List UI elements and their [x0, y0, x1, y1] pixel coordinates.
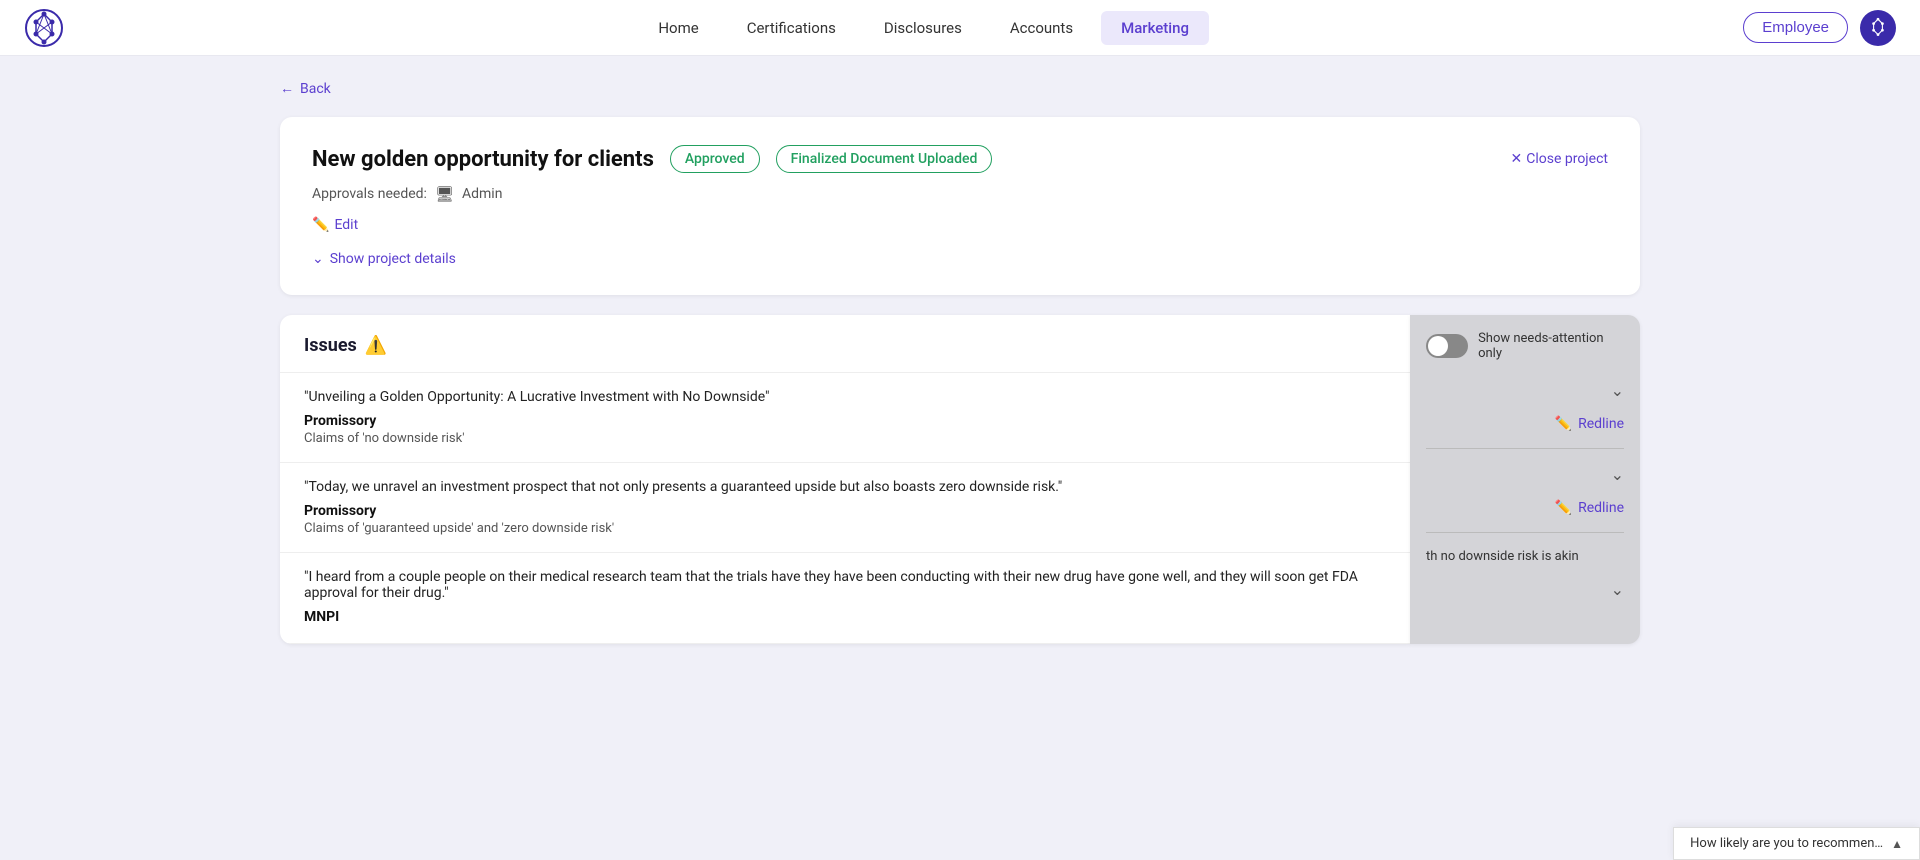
redline-pencil-icon-1: ✏️ [1555, 416, 1572, 432]
approvals-row: Approvals needed: 🖥 Admin [312, 185, 1608, 203]
pencil-icon: ✏️ [312, 217, 329, 233]
toggle-label: Show needs-attention only [1478, 331, 1624, 361]
show-details-link[interactable]: ⌄ Show project details [312, 251, 1608, 267]
side-divider-2 [1426, 532, 1624, 533]
approved-badge: Approved [670, 145, 760, 173]
close-project-label: Close project [1526, 151, 1608, 167]
issues-container: Issues ⚠️ "Unveiling a Golden Opportunit… [280, 315, 1640, 644]
chevron-down-icon: ⌄ [312, 251, 324, 267]
issue-type: Promissory [304, 413, 1386, 429]
nav-disclosures[interactable]: Disclosures [864, 11, 982, 45]
issue-quote: "Unveiling a Golden Opportunity: A Lucra… [304, 389, 1386, 405]
issue-type: Promissory [304, 503, 1386, 519]
main-content: ← Back New golden opportunity for client… [0, 56, 1920, 668]
needs-attention-toggle[interactable] [1426, 334, 1468, 358]
issue-quote: "I heard from a couple people on their m… [304, 569, 1386, 601]
side-panel: Show needs-attention only ⌄ ✏️ Redline ⌄… [1410, 315, 1640, 644]
redline-label-1: Redline [1578, 416, 1624, 432]
project-card: New golden opportunity for clients Appro… [280, 117, 1640, 295]
finalized-badge: Finalized Document Uploaded [776, 145, 993, 173]
approvals-label: Approvals needed: [312, 186, 427, 202]
side-bottom-text: th no downside risk is akin [1426, 545, 1624, 568]
back-arrow-icon: ← [280, 80, 294, 97]
close-project-button[interactable]: ✕ Close project [1511, 151, 1609, 167]
project-title-row: New golden opportunity for clients Appro… [312, 145, 1608, 173]
chevron-icon-3: ⌄ [1611, 580, 1624, 599]
approvals-value: Admin [462, 186, 502, 202]
project-title: New golden opportunity for clients [312, 147, 654, 172]
issue-type: MNPI [304, 609, 1386, 625]
issue-quote: "Today, we unravel an investment prospec… [304, 479, 1386, 495]
issue-desc: Claims of 'no downside risk' [304, 431, 1386, 446]
show-details-label: Show project details [330, 251, 456, 267]
edit-label: Edit [334, 217, 358, 233]
logo[interactable] [24, 8, 64, 48]
header: Home Certifications Disclosures Accounts… [0, 0, 1920, 56]
nav-home[interactable]: Home [638, 11, 718, 45]
redline-label-2: Redline [1578, 500, 1624, 516]
inbox-icon: 🖥 [435, 185, 454, 203]
issues-card: Issues ⚠️ "Unveiling a Golden Opportunit… [280, 315, 1410, 644]
redline-button-1[interactable]: ✏️ Redline [1426, 412, 1624, 436]
employee-button[interactable]: Employee [1743, 12, 1848, 43]
redline-pencil-icon-2: ✏️ [1555, 500, 1572, 516]
issues-header: Issues ⚠️ [280, 315, 1410, 373]
chevron-row-2: ⌄ [1426, 461, 1624, 488]
back-label: Back [300, 81, 331, 97]
main-nav: Home Certifications Disclosures Accounts… [104, 11, 1743, 45]
back-link[interactable]: ← Back [280, 80, 1640, 97]
feedback-chevron-icon: ▲ [1891, 837, 1903, 851]
issue-desc: Claims of 'guaranteed upside' and 'zero … [304, 521, 1386, 536]
nav-marketing[interactable]: Marketing [1101, 11, 1209, 45]
side-divider [1426, 448, 1624, 449]
chevron-row-3: ⌄ [1426, 576, 1624, 603]
chevron-icon-2: ⌄ [1611, 465, 1624, 484]
toggle-row: Show needs-attention only [1426, 331, 1624, 361]
warning-icon: ⚠️ [365, 335, 387, 356]
nav-accounts[interactable]: Accounts [990, 11, 1093, 45]
issue-row: "Unveiling a Golden Opportunity: A Lucra… [280, 373, 1410, 463]
edit-link[interactable]: ✏️ Edit [312, 217, 1608, 233]
chevron-row-1: ⌄ [1426, 377, 1624, 404]
feedback-text: How likely are you to recommen… [1690, 836, 1883, 851]
issue-row: "I heard from a couple people on their m… [280, 553, 1410, 644]
redline-button-2[interactable]: ✏️ Redline [1426, 496, 1624, 520]
issue-row: "Today, we unravel an investment prospec… [280, 463, 1410, 553]
avatar[interactable] [1860, 10, 1896, 46]
feedback-bar[interactable]: How likely are you to recommen… ▲ [1673, 827, 1920, 860]
header-right: Employee [1743, 10, 1896, 46]
close-icon: ✕ [1511, 151, 1523, 167]
chevron-icon-1: ⌄ [1611, 381, 1624, 400]
nav-certifications[interactable]: Certifications [727, 11, 856, 45]
issues-title: Issues [304, 335, 357, 356]
